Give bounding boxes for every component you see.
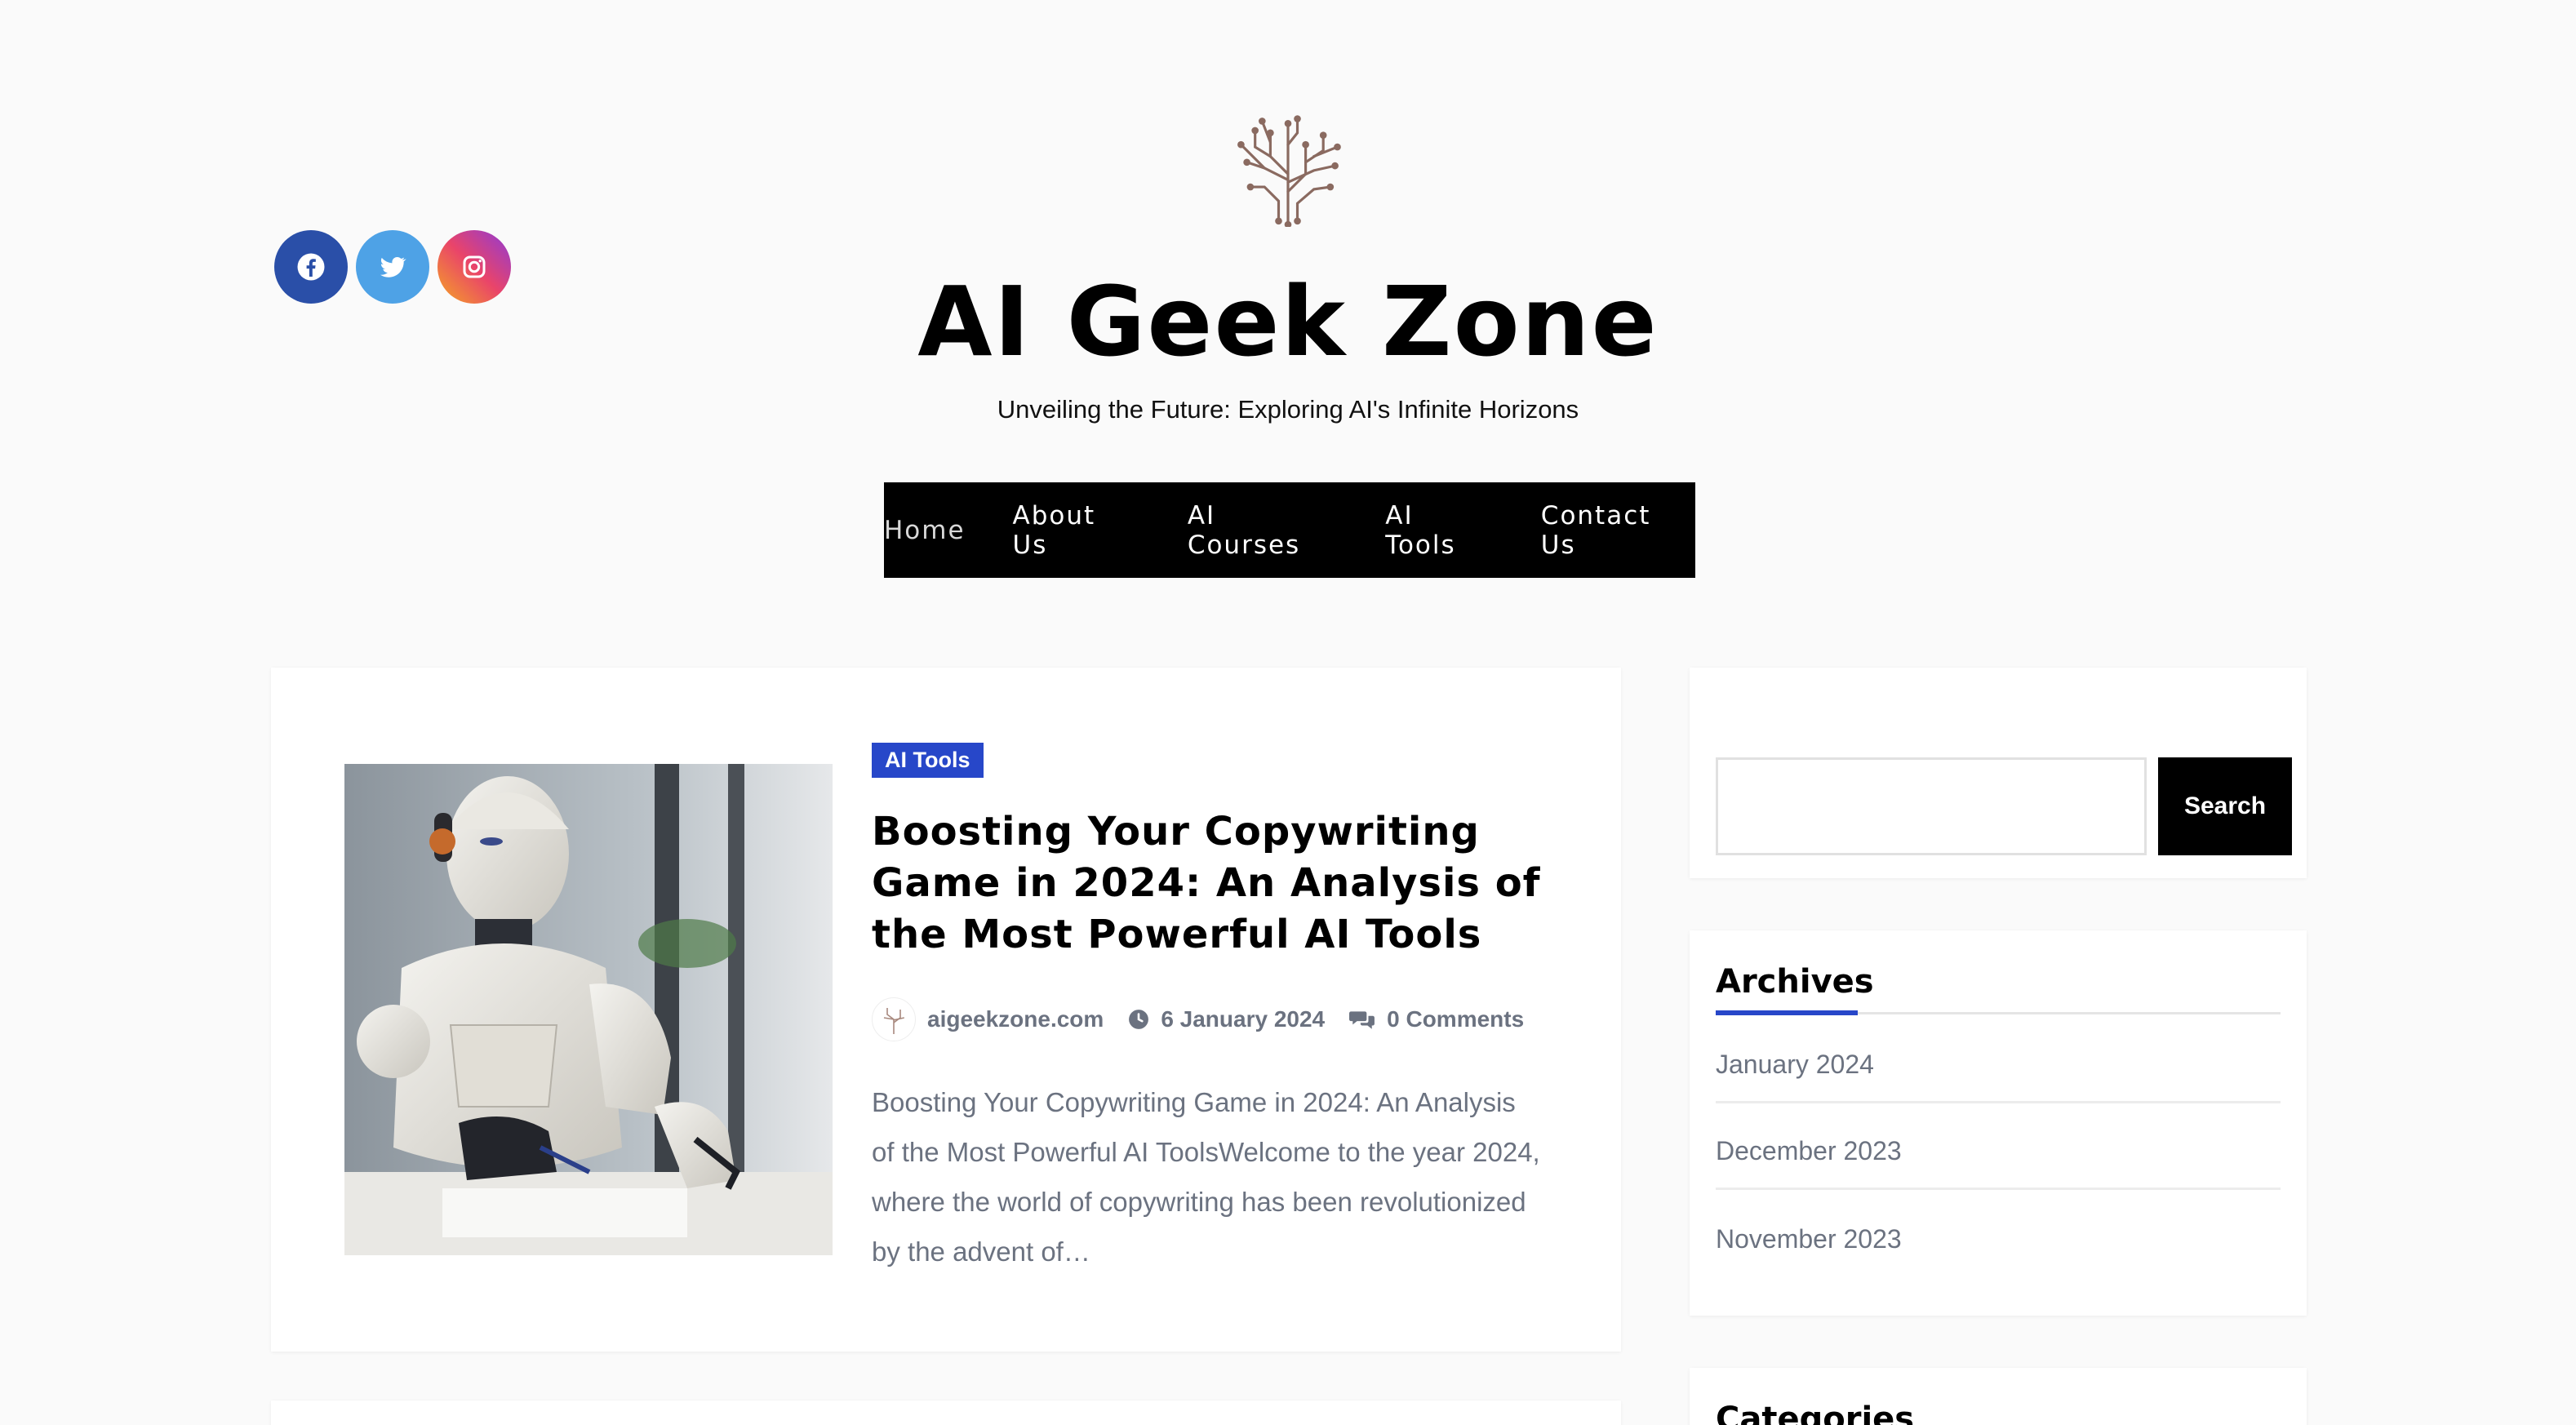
- search-input[interactable]: [1716, 757, 2147, 855]
- clock-icon: [1129, 1010, 1149, 1029]
- post-author[interactable]: aigeekzone.com: [872, 997, 1104, 1041]
- categories-widget: Categories: [1690, 1368, 2307, 1425]
- post-card: AI Tools Boosting Your Copywriting Game …: [271, 668, 1621, 1352]
- nav-item-ai-courses[interactable]: AI Courses: [1188, 501, 1338, 560]
- next-post-card: [271, 1401, 1621, 1425]
- search-button[interactable]: Search: [2158, 757, 2292, 855]
- archives-widget: Archives January 2024 December 2023 Nove…: [1690, 930, 2307, 1316]
- post-thumbnail[interactable]: [344, 764, 833, 1255]
- nav-item-ai-tools[interactable]: AI Tools: [1385, 501, 1494, 560]
- archives-list: January 2024 December 2023 November 2023: [1716, 1017, 2281, 1276]
- category-badge[interactable]: AI Tools: [872, 743, 984, 778]
- archive-item[interactable]: November 2023: [1716, 1190, 2281, 1276]
- nav-item-about-us[interactable]: About Us: [1013, 501, 1140, 560]
- widget-divider: [1716, 1010, 2281, 1015]
- robot-writing-image: [344, 764, 833, 1255]
- post-date[interactable]: 6 January 2024: [1128, 1006, 1325, 1032]
- main-nav: Home About Us AI Courses AI Tools Contac…: [884, 482, 1695, 578]
- circuit-tree-avatar-icon: [883, 1008, 904, 1034]
- site-title[interactable]: AI Geek Zone: [0, 265, 2576, 378]
- search-widget: Search: [1690, 668, 2307, 878]
- site-tagline: Unveiling the Future: Exploring AI's Inf…: [997, 395, 1579, 424]
- circuit-tree-logo-icon[interactable]: [1229, 109, 1347, 227]
- archive-item[interactable]: December 2023: [1716, 1103, 2281, 1190]
- archive-item[interactable]: January 2024: [1716, 1017, 2281, 1103]
- widget-divider-accent: [1716, 1010, 1858, 1015]
- post-title[interactable]: Boosting Your Copywriting Game in 2024: …: [872, 806, 1574, 961]
- author-avatar: [872, 997, 916, 1041]
- post-comments-label: 0 Comments: [1387, 1006, 1525, 1032]
- nav-item-contact-us[interactable]: Contact Us: [1541, 501, 1695, 560]
- archives-title: Archives: [1716, 963, 1874, 1001]
- author-name[interactable]: aigeekzone.com: [927, 1006, 1104, 1032]
- nav-item-home[interactable]: Home: [884, 516, 966, 545]
- post-date-label: 6 January 2024: [1161, 1006, 1326, 1032]
- comments-icon: [1349, 1011, 1375, 1029]
- post-excerpt: Boosting Your Copywriting Game in 2024: …: [872, 1087, 1540, 1267]
- categories-title: Categories: [1716, 1401, 1915, 1425]
- post-comments[interactable]: 0 Comments: [1349, 1006, 1524, 1032]
- post-meta: aigeekzone.com 6 January 2024 0 Comments: [872, 997, 1524, 1041]
